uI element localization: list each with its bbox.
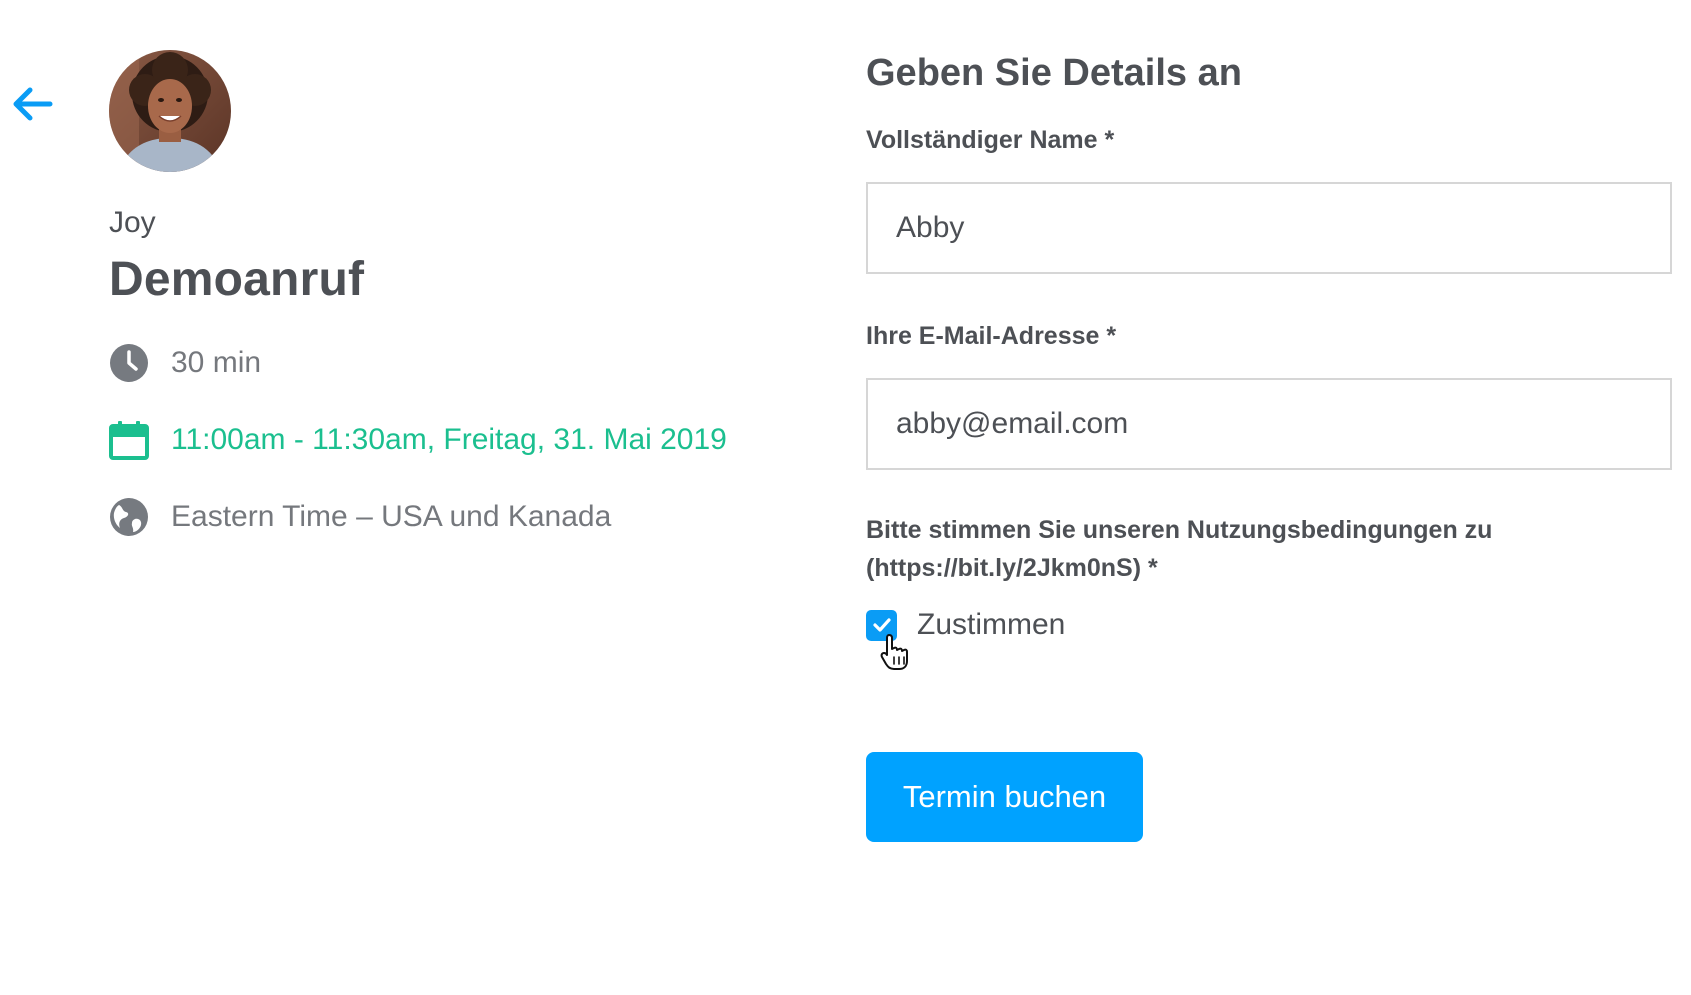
terms-link: (https://bit.ly/2Jkm0nS) *: [866, 554, 1158, 582]
datetime-text: 11:00am - 11:30am, Freitag, 31. Mai 2019: [171, 423, 727, 456]
booking-page: Joy Demoanruf 30 min 11:00am - 11:30am, …: [0, 0, 1691, 995]
timezone-text: Eastern Time – USA und Kanada: [171, 500, 612, 533]
full-name-input[interactable]: [866, 182, 1672, 274]
host-name: Joy: [109, 206, 156, 239]
email-input[interactable]: [866, 378, 1672, 470]
back-button[interactable]: [8, 80, 56, 128]
clock-icon: [109, 343, 149, 383]
terms-line-1: Bitte stimmen Sie unseren Nutzungsbeding…: [866, 516, 1493, 544]
globe-icon: [109, 497, 149, 537]
hand-cursor-icon: [880, 634, 908, 670]
form-heading: Geben Sie Details an: [866, 52, 1242, 94]
terms-text: Bitte stimmen Sie unseren Nutzungsbeding…: [866, 511, 1646, 587]
event-datetime: 11:00am - 11:30am, Freitag, 31. Mai 2019: [109, 420, 727, 460]
email-label: Ihre E-Mail-Adresse *: [866, 322, 1117, 350]
agree-label: Zustimmen: [917, 608, 1066, 641]
duration-text: 30 min: [171, 346, 262, 379]
event-duration: 30 min: [109, 343, 261, 383]
event-timezone: Eastern Time – USA und Kanada: [109, 497, 611, 537]
checkmark-icon: [872, 618, 891, 632]
calendar-icon: [109, 420, 149, 460]
host-avatar: [109, 50, 231, 172]
arrow-left-icon: [13, 87, 53, 121]
name-label: Vollständiger Name *: [866, 126, 1115, 154]
book-appointment-button[interactable]: Termin buchen: [866, 752, 1143, 842]
event-title: Demoanruf: [109, 253, 365, 306]
